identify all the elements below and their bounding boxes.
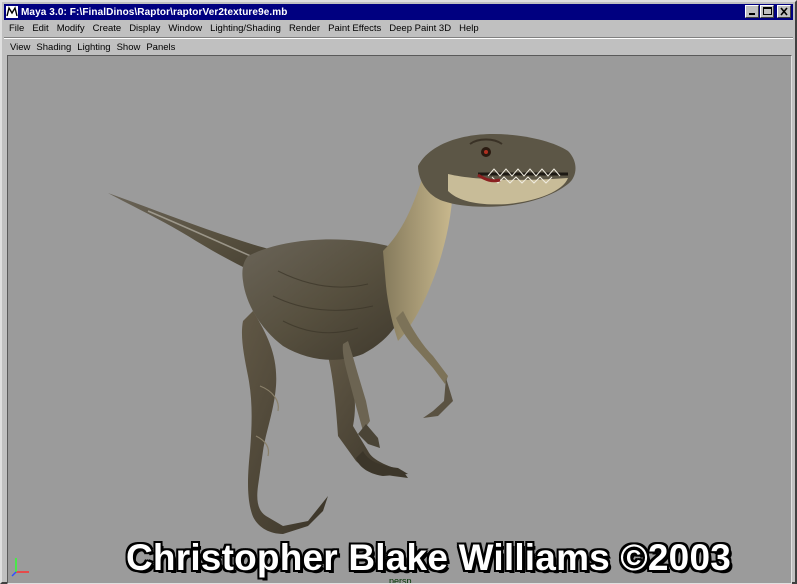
menu-file[interactable]: File xyxy=(4,23,28,34)
copyright-watermark: Christopher Blake Williams ©2003 xyxy=(126,537,731,578)
minimize-button[interactable] xyxy=(745,5,759,18)
menu-modify[interactable]: Modify xyxy=(53,23,89,34)
menu-lighting-shading[interactable]: Lighting/Shading xyxy=(206,23,285,34)
menu-create[interactable]: Create xyxy=(89,23,126,34)
menu-separator xyxy=(4,37,793,39)
menu-help[interactable]: Help xyxy=(455,23,483,34)
menu-deep-paint-3d[interactable]: Deep Paint 3D xyxy=(385,23,455,34)
maya-app-icon[interactable] xyxy=(6,6,18,18)
window-title: Maya 3.0: F:\FinalDinos\Raptor\raptorVer… xyxy=(21,6,288,18)
title-bar[interactable]: Maya 3.0: F:\FinalDinos\Raptor\raptorVer… xyxy=(4,4,793,20)
menu-render[interactable]: Render xyxy=(285,23,324,34)
menu-edit[interactable]: Edit xyxy=(28,23,52,34)
close-icon xyxy=(780,7,788,16)
panel-menubar: View Shading Lighting Show Panels xyxy=(6,40,791,54)
menu-paint-effects[interactable]: Paint Effects xyxy=(324,23,385,34)
close-button[interactable] xyxy=(777,5,791,18)
window-controls xyxy=(744,5,791,18)
panel-menu-panels[interactable]: Panels xyxy=(143,42,178,53)
camera-label: persp xyxy=(389,576,412,584)
main-menubar: File Edit Modify Create Display Window L… xyxy=(4,20,793,37)
maximize-icon xyxy=(763,7,772,15)
menu-display[interactable]: Display xyxy=(125,23,164,34)
raptor-model[interactable] xyxy=(8,56,792,584)
panel-menu-show[interactable]: Show xyxy=(114,42,144,53)
panel-menu-shading[interactable]: Shading xyxy=(33,42,74,53)
axis-gizmo xyxy=(11,558,29,577)
maya-window: Maya 3.0: F:\FinalDinos\Raptor\raptorVer… xyxy=(0,0,797,584)
panel-menu-view[interactable]: View xyxy=(6,42,33,53)
menu-window[interactable]: Window xyxy=(164,23,206,34)
panel-menu-lighting[interactable]: Lighting xyxy=(74,42,113,53)
perspective-viewport[interactable]: Christopher Blake Williams ©2003 persp xyxy=(7,55,792,584)
minimize-icon xyxy=(749,13,755,15)
maximize-button[interactable] xyxy=(760,5,774,18)
